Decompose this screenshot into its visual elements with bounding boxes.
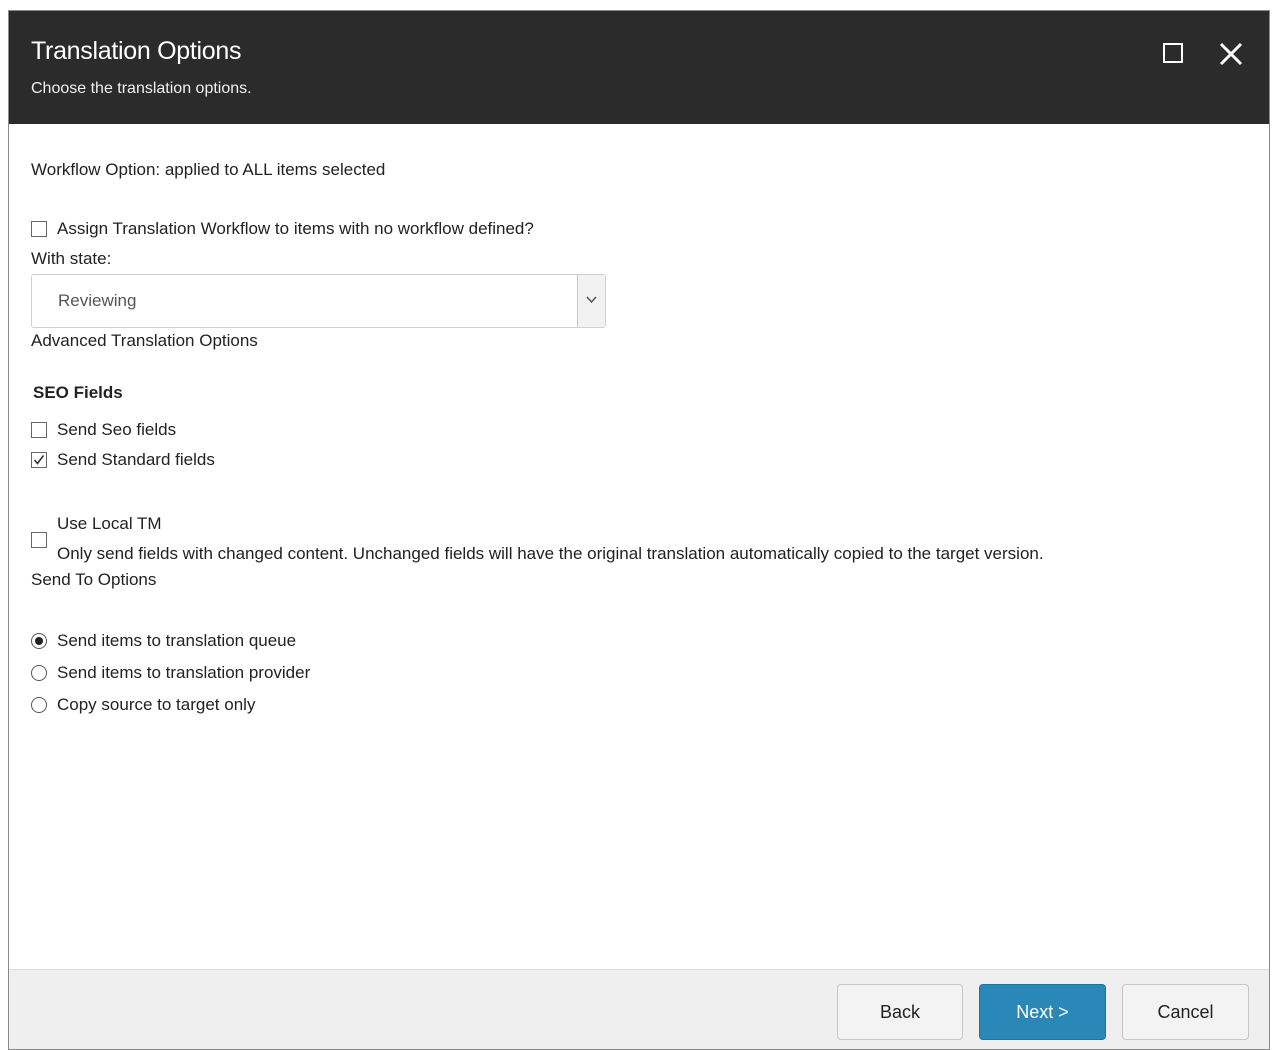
seo-fields-heading: SEO Fields [33,383,123,402]
radio-copy-source-label: Copy source to target only [57,695,256,714]
dialog-header: Translation Options Choose the translati… [9,11,1269,124]
translation-options-dialog: Translation Options Choose the translati… [8,10,1270,1050]
send-seo-fields-checkbox[interactable] [31,422,47,438]
use-local-tm-description: Only send fields with changed content. U… [57,544,1044,563]
assign-workflow-label: Assign Translation Workflow to items wit… [57,219,534,238]
dialog-subtitle: Choose the translation options. [31,80,252,97]
next-button[interactable]: Next > [979,984,1106,1040]
workflow-state-select[interactable]: Reviewing [31,274,606,328]
cancel-button[interactable]: Cancel [1122,984,1249,1040]
advanced-options-heading: Advanced Translation Options [31,331,258,350]
close-button[interactable] [1216,39,1246,69]
maximize-button[interactable] [1159,39,1189,69]
radio-copy-source[interactable] [31,697,47,713]
dropdown-arrow[interactable] [577,275,605,327]
radio-translation-queue-label: Send items to translation queue [57,631,297,650]
maximize-icon [1163,43,1183,63]
workflow-option-heading: Workflow Option: applied to ALL items se… [31,160,386,179]
use-local-tm-checkbox[interactable] [31,532,47,548]
workflow-state-value: Reviewing [58,291,137,310]
assign-workflow-checkbox[interactable] [31,221,47,237]
radio-translation-provider[interactable] [31,665,47,681]
chevron-down-icon [586,296,597,304]
send-standard-fields-checkbox[interactable] [31,452,47,468]
close-icon [1219,42,1243,66]
dialog-title: Translation Options [31,37,242,65]
radio-translation-queue[interactable] [31,633,47,649]
use-local-tm-title: Use Local TM [57,514,162,533]
send-to-options-heading: Send To Options [31,570,157,589]
back-button[interactable]: Back [837,984,963,1040]
dialog-footer: Back Next > Cancel [9,969,1269,1049]
radio-translation-provider-label: Send items to translation provider [57,663,311,682]
checkmark-icon [33,455,45,465]
send-standard-fields-label: Send Standard fields [57,450,215,469]
with-state-label: With state: [31,249,112,268]
send-seo-fields-label: Send Seo fields [57,420,177,439]
radio-selected-dot [35,637,43,645]
